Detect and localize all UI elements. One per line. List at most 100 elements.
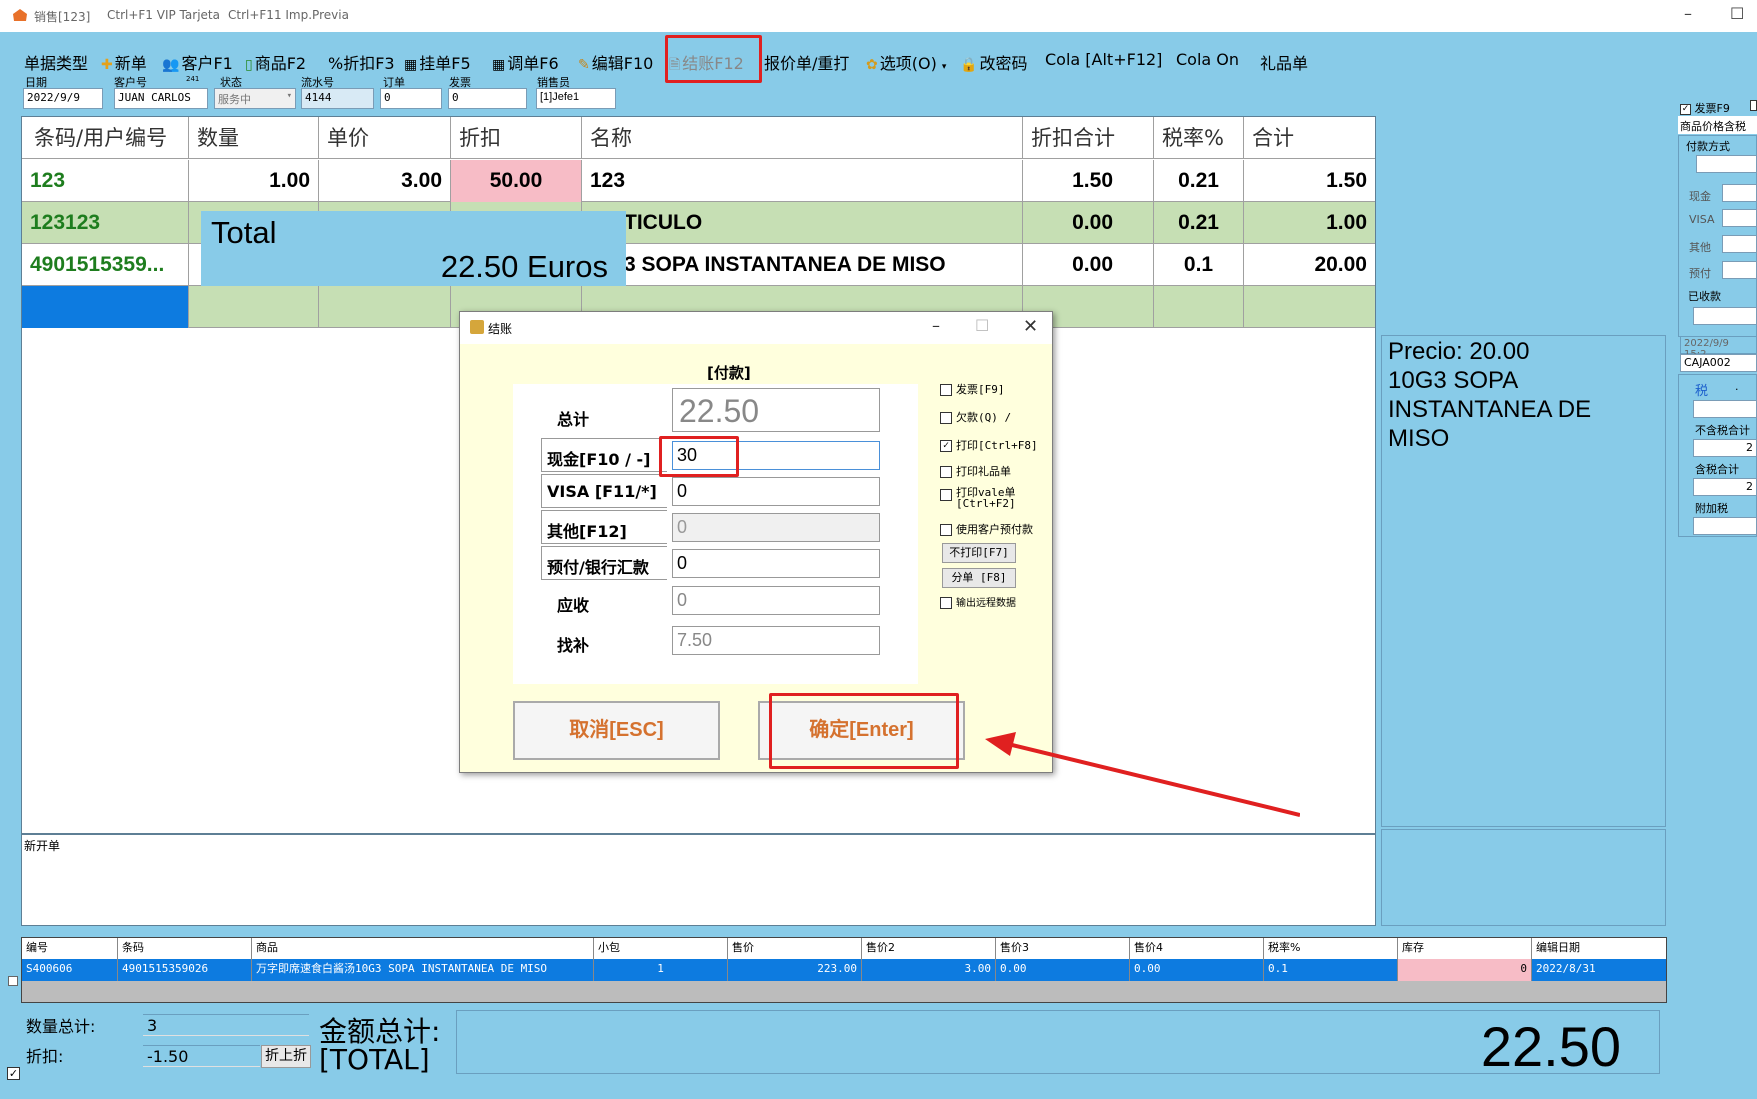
customer-prepay-checkbox[interactable]: 使用客户预付款 xyxy=(940,521,1033,537)
sidebar-visa-field[interactable] xyxy=(1722,209,1757,227)
grand-total-box: 22.50 xyxy=(456,1010,1660,1078)
grid-col-price3[interactable]: 售价3 xyxy=(996,938,1130,959)
recall-order-button[interactable]: ▦ 调单F6 xyxy=(492,50,559,74)
grid-col-product[interactable]: 商品 xyxy=(252,938,594,959)
sidebar-notax-field[interactable]: 2 xyxy=(1693,439,1757,457)
gift-print-checkbox[interactable]: 打印礼品单 xyxy=(940,463,1011,479)
seller-field[interactable]: [1]Jefe1 xyxy=(536,88,616,109)
info-panel-lower xyxy=(1381,829,1666,926)
credit-checkbox[interactable]: 欠款(Q) / xyxy=(940,409,1011,425)
cell-barcode-active[interactable] xyxy=(22,286,189,328)
product-button[interactable]: ▯ 商品F2 xyxy=(245,50,306,74)
grid-col-code[interactable]: 编号 xyxy=(22,938,118,959)
col-qty[interactable]: 数量 xyxy=(189,117,319,159)
col-discount[interactable]: 折扣 xyxy=(451,117,582,159)
date-field[interactable]: 2022/9/9 xyxy=(23,88,103,109)
col-barcode[interactable]: 条码/用户编号 xyxy=(22,117,189,159)
grid-col-price[interactable]: 售价 xyxy=(728,938,862,959)
col-price[interactable]: 单价 xyxy=(319,117,451,159)
annotation-highlight-checkout xyxy=(665,35,762,83)
grid-col-barcode[interactable]: 条码 xyxy=(118,938,252,959)
doc-type-menu[interactable]: 单据类型 xyxy=(24,50,88,74)
vale-print-checkbox[interactable]: 打印vale单 [Ctrl+F2] xyxy=(940,487,1025,509)
receivable-label: 应收 xyxy=(557,596,590,615)
col-total[interactable]: 合计 xyxy=(1244,117,1375,159)
invoice-checkbox[interactable]: 发票[F9] xyxy=(940,381,1005,397)
hold-order-button[interactable]: ▦ 挂单F5 xyxy=(404,50,471,74)
cell-total: 1.00 xyxy=(1326,211,1367,234)
sidebar-tax-field[interactable] xyxy=(1693,400,1757,418)
annotation-arrow-icon xyxy=(985,732,1300,817)
gift-receipt-button[interactable]: 礼品单 xyxy=(1260,50,1308,74)
export-remote-checkbox[interactable]: 输出远程数据 xyxy=(940,594,1016,609)
cell-price xyxy=(319,286,451,328)
print-checkbox[interactable]: ✓ 打印[Ctrl+F8] xyxy=(940,437,1038,453)
visa-input[interactable]: 0 xyxy=(672,477,880,506)
dialog-maximize-button[interactable]: ☐ xyxy=(975,316,989,335)
quote-reprint-button[interactable]: 报价单/重打 xyxy=(764,50,849,74)
cell-name: 3 SOPA INSTANTANEA DE MISO xyxy=(582,244,1023,286)
checkmark-icon: ✓ xyxy=(940,440,952,452)
sidebar-invoice-checkbox[interactable]: ✓ 发票F9 xyxy=(1680,100,1730,116)
discount-button[interactable]: %折扣F3 xyxy=(328,50,395,74)
discount-field: -1.50 xyxy=(143,1045,260,1067)
prepaid-input[interactable]: 0 xyxy=(672,549,880,578)
grid-cell-product: 万字即席速食白酱汤10G3 SOPA INSTANTANEA DE MISO xyxy=(252,959,594,981)
col-discount-total[interactable]: 折扣合计 xyxy=(1023,117,1154,159)
plus-icon: ✚ xyxy=(101,57,113,73)
grid-col-stock[interactable]: 库存 xyxy=(1398,938,1532,959)
cell-price: 3.00 xyxy=(319,160,451,202)
sidebar-notax-label: 不含税合计 xyxy=(1695,424,1750,437)
sidebar-received-field[interactable] xyxy=(1693,307,1757,325)
maximize-button[interactable]: ☐ xyxy=(1730,4,1744,23)
sidebar-other-field[interactable] xyxy=(1722,235,1757,253)
minimize-button[interactable]: – xyxy=(1684,4,1692,23)
cancel-button[interactable]: 取消[ESC] xyxy=(513,701,720,760)
split-button[interactable]: 分单 [F8] xyxy=(942,568,1016,588)
sidebar-checkbox-2[interactable] xyxy=(1750,100,1757,111)
new-order-button[interactable]: ✚ 新单 xyxy=(101,50,147,74)
cell-discount-total: 0.00 xyxy=(1023,244,1154,286)
grid-col-pack[interactable]: 小包 xyxy=(594,938,728,959)
sidebar-surcharge-field[interactable] xyxy=(1693,517,1757,535)
customer-button[interactable]: 👥 客户F1 xyxy=(162,50,233,74)
sidebar-cash-field[interactable] xyxy=(1722,184,1757,202)
footer-checkbox[interactable]: ✓ xyxy=(7,1067,20,1080)
grid-col-edit-date[interactable]: 编辑日期 xyxy=(1532,938,1666,959)
grid-col-tax[interactable]: 税率% xyxy=(1264,938,1398,959)
sidebar-prepaid-field[interactable] xyxy=(1722,261,1757,279)
change-password-button[interactable]: 🔒 改密码 xyxy=(960,50,1027,74)
cola-on-button[interactable]: Cola On xyxy=(1176,50,1239,69)
no-print-button[interactable]: 不打印[F7] xyxy=(942,543,1016,563)
grid-col-price4[interactable]: 售价4 xyxy=(1130,938,1264,959)
grid-cell-stock: 0 xyxy=(1398,959,1532,981)
cell-tax: 0.1 xyxy=(1154,244,1244,286)
extra-discount-button[interactable]: 折上折 xyxy=(261,1045,311,1068)
sidebar-tax-included: 商品价格含税 xyxy=(1678,116,1757,134)
memo-box[interactable]: 新开单 xyxy=(21,834,1376,926)
cola-button[interactable]: Cola [Alt+F12] xyxy=(1045,50,1162,69)
grid-col-price2[interactable]: 售价2 xyxy=(862,938,996,959)
cell-discount: 50.00 xyxy=(451,160,582,202)
customer-field[interactable]: JUAN CARLOS xyxy=(114,88,208,109)
edit-button[interactable]: ✎ 编辑F10 xyxy=(578,50,653,74)
table-row[interactable]: 123 1.00 3.00 50.00 123 1.50 0.21 1.50 xyxy=(22,160,1375,202)
dialog-close-button[interactable]: ✕ xyxy=(1023,316,1038,337)
total-label: 总计 xyxy=(557,410,590,429)
order-field[interactable]: 0 xyxy=(380,88,442,109)
grid-row-checkbox[interactable] xyxy=(8,976,18,986)
options-menu[interactable]: ✿ 选项(O) ▾ xyxy=(866,50,946,74)
sidebar-caja: CAJA002 xyxy=(1680,354,1757,372)
cell-total: 1.50 xyxy=(1326,169,1367,192)
col-name[interactable]: 名称 xyxy=(582,117,1023,159)
dialog-title: 结账 xyxy=(488,322,513,336)
invoice-field[interactable]: 0 xyxy=(448,88,527,109)
sidebar-taxtotal-field[interactable]: 2 xyxy=(1693,478,1757,496)
other-input[interactable]: 0 xyxy=(672,513,880,542)
sidebar-payment-field[interactable] xyxy=(1696,155,1757,173)
col-tax[interactable]: 税率% xyxy=(1154,117,1244,159)
status-select[interactable]: 服务中 ▾ xyxy=(214,88,296,109)
grid-row-selected[interactable]: S400606 4901515359026 万字即席速食白酱汤10G3 SOPA… xyxy=(22,959,1666,981)
dialog-minimize-button[interactable]: – xyxy=(932,316,940,335)
checkout-dialog: 结账 – ☐ ✕ [付款] 总计 22.50 现金[F10 / -] 30 VI… xyxy=(459,311,1053,773)
